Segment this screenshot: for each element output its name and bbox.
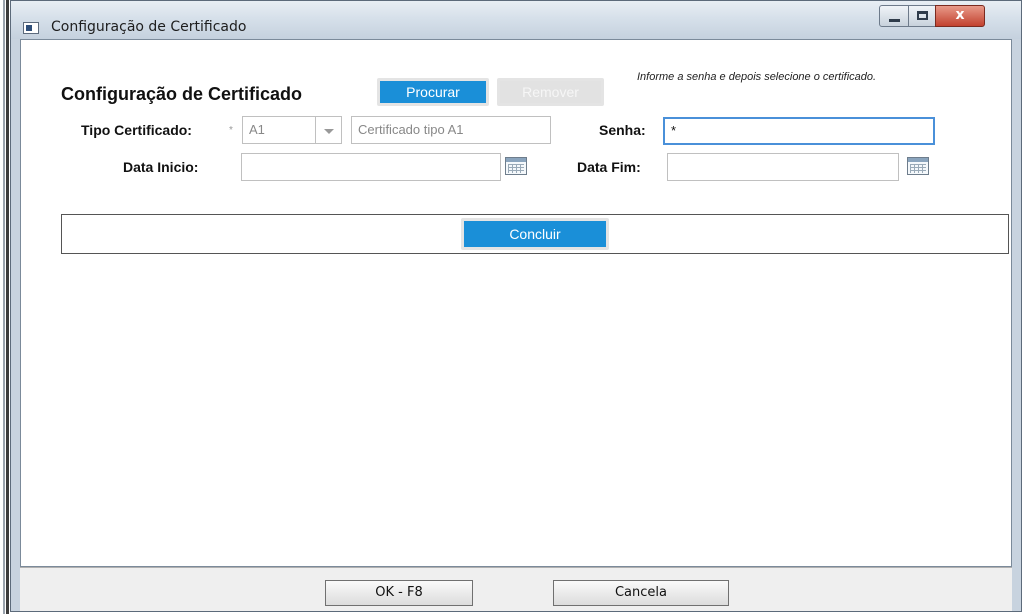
close-icon: x xyxy=(955,7,965,23)
page-title: Configuração de Certificado xyxy=(61,84,303,104)
minimize-icon xyxy=(889,19,900,22)
edge-stripe xyxy=(3,0,5,614)
required-marker: * xyxy=(229,125,233,136)
dialog-footer: OK - F8 Cancela xyxy=(20,567,1012,611)
senha-label: Senha: xyxy=(599,122,646,138)
tipo-certificado-description: Certificado tipo A1 xyxy=(351,116,551,144)
remover-button[interactable]: Remover xyxy=(497,78,604,106)
cancel-button[interactable]: Cancela xyxy=(553,580,729,606)
maximize-button[interactable] xyxy=(908,5,936,27)
calendar-icon[interactable] xyxy=(907,157,929,175)
certificate-config-window: Configuração de Certificado x Configuraç… xyxy=(10,0,1022,612)
calendar-icon[interactable] xyxy=(505,157,527,175)
window-app-icon xyxy=(23,22,39,34)
minimize-button[interactable] xyxy=(879,5,909,27)
procurar-button[interactable]: Procurar xyxy=(377,78,489,106)
data-inicio-input[interactable] xyxy=(241,153,501,181)
client-area: Configuração de Certificado Procurar Rem… xyxy=(20,39,1012,567)
data-fim-input[interactable] xyxy=(667,153,899,181)
window-title: Configuração de Certificado xyxy=(51,19,247,35)
concluir-button[interactable]: Concluir xyxy=(461,218,609,250)
maximize-icon xyxy=(917,11,928,20)
instruction-hint: Informe a senha e depois selecione o cer… xyxy=(637,71,877,83)
dropdown-arrow-icon[interactable] xyxy=(315,117,341,143)
background-window-edge xyxy=(0,0,10,614)
senha-input[interactable]: * xyxy=(663,117,935,145)
tipo-certificado-label: Tipo Certificado: xyxy=(81,122,192,138)
ok-button[interactable]: OK - F8 xyxy=(325,580,473,606)
edge-stripe-dark xyxy=(6,0,9,614)
tipo-certificado-value: A1 xyxy=(249,122,265,137)
title-bar[interactable]: Configuração de Certificado x xyxy=(11,1,1021,39)
close-button[interactable]: x xyxy=(935,5,985,27)
data-fim-label: Data Fim: xyxy=(577,159,641,175)
tipo-certificado-select[interactable]: A1 xyxy=(242,116,342,144)
data-inicio-label: Data Inicio: xyxy=(123,159,199,175)
